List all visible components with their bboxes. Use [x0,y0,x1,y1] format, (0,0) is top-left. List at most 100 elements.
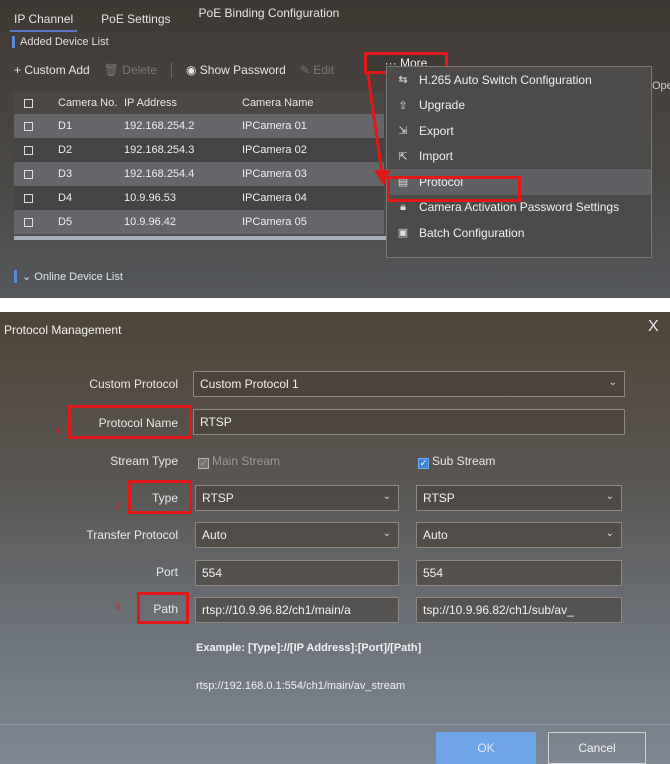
menu-item-batch-configuration[interactable]: ▣ Batch Configuration [387,220,651,246]
menu-item-label: Protocol [419,174,464,189]
header-ip-address[interactable]: IP Address [124,97,242,109]
toolbar-divider [170,62,172,78]
delete-button[interactable]: 🗑 Delete [104,63,157,77]
horizontal-scrollbar[interactable] [14,236,386,240]
table-row[interactable]: D5 10.9.96.42 IPCamera 05 [14,210,384,234]
menu-item-export[interactable]: ⇲ Export [387,118,651,144]
row-checkbox-cell [14,145,42,155]
table-row[interactable]: D3 192.168.254.4 IPCamera 03 [14,162,384,186]
pencil-icon: ✎ [299,63,314,77]
menu-item-h265-auto-switch[interactable]: ⇆ H.265 Auto Switch Configuration [387,67,651,93]
ip-address: 10.9.96.42 [124,216,176,228]
row-checkbox[interactable] [23,145,33,155]
header-operation-partial: Oper [652,80,670,92]
menu-item-label: Export [419,123,454,138]
protocol-name-input[interactable]: RTSP [193,409,625,435]
close-icon[interactable]: X [648,318,659,336]
row-checkbox-cell [14,193,42,203]
footer-divider [0,724,670,725]
tab-bar: IP Channel PoE Settings PoE Binding Conf… [10,6,343,32]
custom-protocol-select[interactable]: Custom Protocol 1 ⌄ [193,371,625,397]
select-all-checkbox[interactable] [23,98,33,108]
row-checkbox[interactable] [23,121,33,131]
annotation-3: 3 [115,602,120,613]
main-type-value: RTSP [202,491,234,505]
ip-address: 10.9.96.53 [124,192,176,204]
sub-path-input[interactable]: tsp://10.9.96.82/ch1/sub/av_ [416,597,622,623]
table-body: D1 192.168.254.2 IPCamera 01 D2 192.168.… [14,114,384,234]
menu-item-label: Camera Activation Password Settings [419,200,620,215]
camera-no: D1 [58,120,73,132]
path-highlight [137,592,189,624]
annotation-2: 2 [115,501,120,512]
main-transfer-protocol-select[interactable]: Auto ⌄ [195,522,399,548]
sub-transfer-protocol-select[interactable]: Auto ⌄ [416,522,622,548]
transfer-protocol-label: Transfer Protocol [86,528,178,542]
checkmark-icon: ✓ [198,458,209,469]
chevron-down-icon: ⌄ [22,271,35,283]
sub-transfer-value: Auto [423,528,448,542]
table-header: Camera No. IP Address Camera Name [14,92,384,114]
sub-type-value: RTSP [423,491,455,505]
camera-name: IPCamera 02 [242,144,307,156]
menu-item-import[interactable]: ⇱ Import [387,144,651,170]
menu-item-protocol[interactable]: ▤ Protocol [387,169,651,195]
main-stream-checkbox[interactable]: ✓ Main Stream [198,454,280,469]
sub-type-select[interactable]: RTSP ⌄ [416,485,622,511]
chevron-down-icon: ⌄ [382,491,391,502]
tab-poe-binding-configuration[interactable]: PoE Binding Configuration [195,2,344,32]
row-checkbox[interactable] [23,193,33,203]
show-password-button[interactable]: ◉ Show Password [186,63,286,77]
import-icon: ⇱ [398,150,408,163]
main-port-input[interactable]: 554 [195,560,399,586]
ip-channel-panel: IP Channel PoE Settings PoE Binding Conf… [0,0,670,298]
menu-item-camera-activation-password[interactable]: 🔒︎ Camera Activation Password Settings [387,195,651,221]
chevron-down-icon: ⌄ [605,528,614,539]
custom-add-button[interactable]: + Custom Add [14,63,90,77]
ip-address: 192.168.254.3 [124,144,195,156]
table-row[interactable]: D4 10.9.96.53 IPCamera 04 [14,186,384,210]
main-path-input[interactable]: rtsp://10.9.96.82/ch1/main/a [195,597,399,623]
toolbar: + Custom Add 🗑 Delete ◉ Show Password ✎ … [14,62,334,78]
online-device-list-toggle[interactable]: ⌄ Online Device List [14,270,123,283]
switch-icon: ⇆ [398,74,408,87]
example-format-text: Example: [Type]://[IP Address]:[Port]/[P… [196,642,422,654]
camera-no: D2 [58,144,73,156]
sub-port-input[interactable]: 554 [416,560,622,586]
trash-icon: 🗑 [103,63,123,77]
protocol-icon: ▤ [397,176,409,189]
row-checkbox-cell [14,169,42,179]
export-icon: ⇲ [398,125,408,138]
row-checkbox[interactable] [23,169,33,179]
device-table: Camera No. IP Address Camera Name D1 192… [14,92,384,234]
ok-button[interactable]: OK [436,732,536,764]
menu-item-upgrade[interactable]: ⇧ Upgrade [387,93,651,119]
table-row[interactable]: D2 192.168.254.3 IPCamera 02 [14,138,384,162]
custom-protocol-label: Custom Protocol [89,377,178,391]
sub-stream-checkbox[interactable]: ✓ Sub Stream [418,454,495,469]
delete-label: Delete [122,63,157,77]
main-path-value: rtsp://10.9.96.82/ch1/main/a [202,603,351,617]
main-type-select[interactable]: RTSP ⌄ [195,485,399,511]
ip-address: 192.168.254.4 [124,168,195,180]
cancel-button[interactable]: Cancel [548,732,646,764]
tab-ip-channel[interactable]: IP Channel [10,8,78,32]
tab-poe-settings[interactable]: PoE Settings [97,8,174,32]
protocol-management-dialog: Protocol Management X Custom Protocol Cu… [0,312,670,764]
custom-protocol-value: Custom Protocol 1 [200,377,299,391]
type-highlight [128,480,192,514]
show-password-label: Show Password [199,63,286,77]
camera-name: IPCamera 03 [242,168,307,180]
eye-icon: ◉ [185,63,200,77]
header-camera-no[interactable]: Camera No. [42,97,124,109]
edit-button[interactable]: ✎ Edit [300,63,334,77]
row-checkbox[interactable] [23,217,33,227]
example-url-text: rtsp://192.168.0.1:554/ch1/main/av_strea… [196,680,406,692]
table-row[interactable]: D1 192.168.254.2 IPCamera 01 [14,114,384,138]
chevron-down-icon: ⌄ [605,491,614,502]
main-port-value: 554 [202,566,223,580]
row-checkbox-cell [14,121,42,131]
dialog-title: Protocol Management [4,323,122,337]
header-camera-name[interactable]: Camera Name [242,97,384,109]
online-device-list-label: Online Device List [34,271,123,283]
